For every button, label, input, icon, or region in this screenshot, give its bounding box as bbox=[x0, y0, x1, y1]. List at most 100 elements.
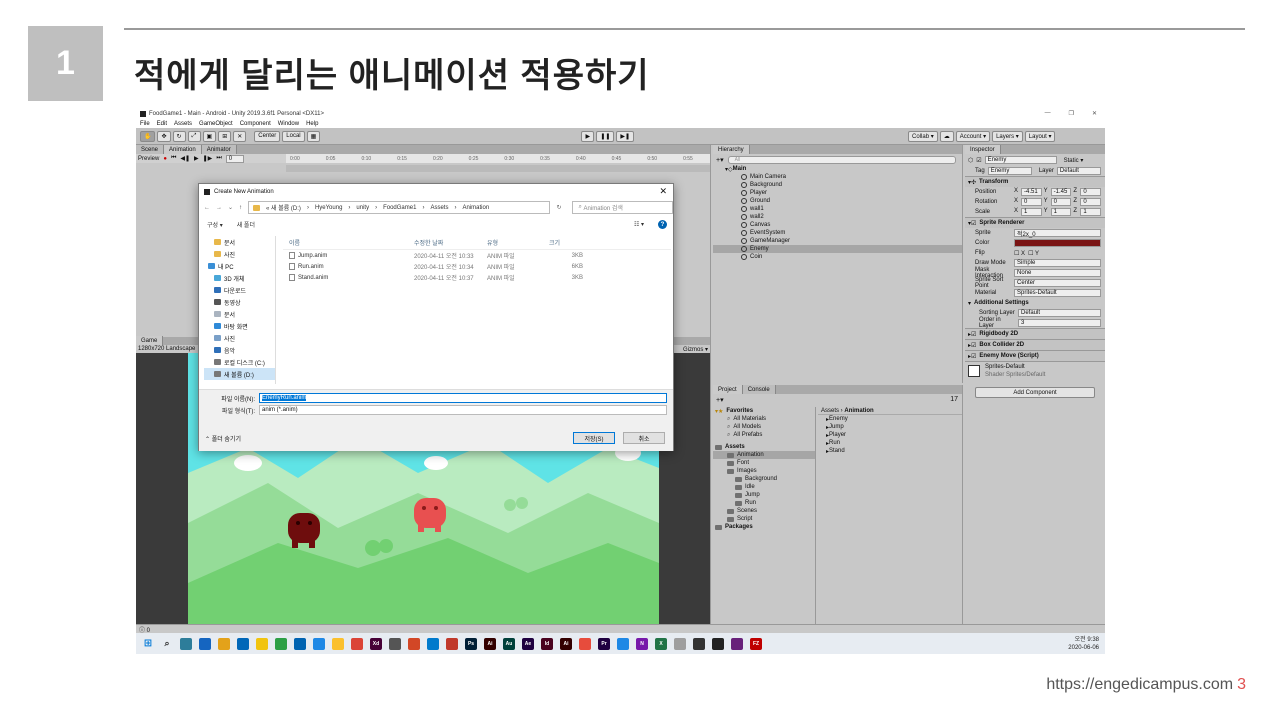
tab-animation[interactable]: Animation bbox=[164, 145, 202, 154]
scene-root[interactable]: ▾◇ Main bbox=[713, 165, 962, 173]
hide-folders-toggle[interactable]: ⌃ 폴더 숨기기 bbox=[205, 434, 241, 443]
refresh-icon[interactable]: ↻ bbox=[556, 204, 561, 211]
hierarchy-item[interactable]: Main Camera bbox=[713, 173, 962, 181]
system-clock[interactable]: 오전 9:38 2020-06-06 bbox=[1068, 636, 1105, 652]
favorites-header[interactable]: ▾★ Favorites bbox=[713, 407, 815, 415]
nav-item[interactable]: 3D 개체 bbox=[204, 272, 275, 284]
sort-point-dropdown[interactable]: Center bbox=[1014, 279, 1101, 287]
taskbar-app-icon[interactable] bbox=[313, 637, 325, 650]
position-y[interactable]: -1.45 bbox=[1050, 188, 1072, 196]
breadcrumb-root[interactable]: Assets bbox=[821, 408, 839, 414]
component-header[interactable]: ▸☑ Box Collider 2D bbox=[965, 339, 1105, 350]
sprite-renderer-header[interactable]: ▾☑ Sprite Renderer bbox=[965, 217, 1105, 228]
material-field[interactable]: Sprites-Default bbox=[1014, 289, 1101, 297]
tab-scene[interactable]: Scene bbox=[136, 145, 165, 154]
search-icon[interactable]: ⌕ bbox=[161, 638, 173, 650]
close-icon[interactable]: ✕ bbox=[1092, 110, 1097, 117]
nav-item[interactable]: 로컬 디스크 (C:) bbox=[204, 356, 275, 368]
asset-folder[interactable]: Scenes bbox=[713, 507, 815, 515]
hierarchy-item[interactable]: wall2 bbox=[713, 213, 962, 221]
taskbar-app-icon[interactable] bbox=[446, 637, 458, 650]
nav-item[interactable]: 사진 bbox=[204, 332, 275, 344]
taskbar-app-icon[interactable]: Xd bbox=[370, 637, 382, 650]
file-row[interactable]: Run.anim 2020-04-11 오전 10:34 ANIM 파일 6KB bbox=[283, 261, 671, 272]
breadcrumb-current[interactable]: Animation bbox=[844, 408, 873, 414]
forward-icon[interactable]: → bbox=[216, 205, 222, 211]
taskbar-app-icon[interactable] bbox=[731, 637, 743, 650]
view-options-icon[interactable]: ☷ ▾ bbox=[634, 221, 644, 228]
cancel-button[interactable]: 취소 bbox=[623, 432, 665, 444]
taskbar-app-icon[interactable] bbox=[617, 637, 629, 650]
taskbar-app-icon[interactable] bbox=[180, 637, 192, 650]
taskbar-app-icon[interactable] bbox=[237, 637, 249, 650]
menu-item-component[interactable]: Component bbox=[240, 121, 271, 127]
nav-item[interactable]: 바탕 화면 bbox=[204, 320, 275, 332]
rotation-y[interactable]: 0 bbox=[1050, 198, 1072, 206]
taskbar-app-icon[interactable]: Ai bbox=[484, 637, 496, 650]
dialog-search-input[interactable]: ⌕ Animation 검색 bbox=[571, 201, 673, 214]
path-segment[interactable]: Assets bbox=[430, 205, 448, 211]
col-type[interactable]: 유형 bbox=[487, 238, 549, 247]
col-date[interactable]: 수정한 날짜 bbox=[414, 238, 487, 247]
hierarchy-search[interactable]: All bbox=[727, 155, 956, 164]
help-icon[interactable]: ? bbox=[658, 220, 667, 229]
taskbar-app-icon[interactable]: Ps bbox=[465, 637, 477, 650]
file-row[interactable]: Stand.anim 2020-04-11 오전 10:37 ANIM 파일 3KB bbox=[283, 272, 671, 283]
asset-file[interactable]: ▸ Jump bbox=[818, 423, 962, 431]
favorite-item[interactable]: ⌕ All Prefabs bbox=[713, 431, 815, 439]
grid-snap-icon[interactable]: ▦ bbox=[306, 130, 321, 142]
nav-item[interactable]: 내 PC bbox=[204, 260, 275, 272]
cloud-icon[interactable]: ☁ bbox=[939, 130, 954, 142]
create-icon[interactable]: +▾ bbox=[716, 156, 724, 164]
nav-item[interactable]: 새 볼륨 (D:) bbox=[204, 368, 275, 380]
filetype-select[interactable]: anim (*.anim) bbox=[259, 405, 667, 415]
position-x[interactable]: -4.51 bbox=[1021, 188, 1042, 196]
material-preview[interactable]: Sprites-Default Shader Sprites/Default bbox=[965, 361, 1105, 379]
flip-y-checkbox[interactable]: ☐ Y bbox=[1028, 250, 1039, 257]
prev-frame-icon[interactable]: ◀❚ bbox=[180, 155, 190, 162]
add-component-button[interactable]: Add Component bbox=[975, 387, 1095, 398]
hierarchy-item[interactable]: Ground bbox=[713, 197, 962, 205]
organize-button[interactable]: 구성 ▾ bbox=[207, 220, 223, 229]
component-header[interactable]: ▸☑ Enemy Move (Script) bbox=[965, 350, 1105, 361]
menu-item-edit[interactable]: Edit bbox=[157, 121, 167, 127]
taskbar-app-icon[interactable] bbox=[712, 637, 724, 650]
asset-folder[interactable]: Idle bbox=[713, 483, 815, 491]
close-icon[interactable]: ✕ bbox=[659, 186, 667, 197]
scale-tool-icon[interactable]: ⤢ bbox=[187, 130, 201, 142]
pivot-center-button[interactable]: Center bbox=[254, 130, 281, 142]
asset-folder[interactable]: Images bbox=[713, 467, 815, 475]
hierarchy-item[interactable]: Background bbox=[713, 181, 962, 189]
menu-item-file[interactable]: File bbox=[140, 121, 150, 127]
asset-file[interactable]: ▸ Player bbox=[818, 431, 962, 439]
scale-y[interactable]: 1 bbox=[1050, 208, 1072, 216]
project-create-icon[interactable]: +▾ bbox=[716, 396, 724, 404]
asset-folder[interactable]: Jump bbox=[713, 491, 815, 499]
hierarchy-item[interactable]: Coin bbox=[713, 253, 962, 261]
account-button[interactable]: Account ▾ bbox=[955, 130, 991, 142]
path-segment[interactable]: unity bbox=[356, 205, 369, 211]
tab-game[interactable]: Game bbox=[136, 336, 164, 345]
footer-url[interactable]: https://engedicampus.com bbox=[1046, 676, 1233, 693]
hierarchy-item[interactable]: GameManager bbox=[713, 237, 962, 245]
up-icon[interactable]: ↑ bbox=[239, 205, 242, 211]
file-row[interactable]: Jump.anim 2020-04-11 오전 10:33 ANIM 파일 3KB bbox=[283, 250, 671, 261]
sprite-field[interactable]: 적2x_0 bbox=[1014, 229, 1101, 238]
hierarchy-item[interactable]: Player bbox=[713, 189, 962, 197]
tab-console[interactable]: Console bbox=[742, 385, 776, 394]
rect-tool-icon[interactable]: ▣ bbox=[202, 130, 217, 142]
collab-button[interactable]: Collab ▾ bbox=[908, 130, 938, 142]
scale-z[interactable]: 1 bbox=[1080, 208, 1102, 216]
menu-item-window[interactable]: Window bbox=[278, 121, 299, 127]
nav-item[interactable]: 사진 bbox=[204, 248, 275, 260]
taskbar-app-icon[interactable]: Pr bbox=[598, 637, 610, 650]
order-field[interactable]: 3 bbox=[1018, 319, 1101, 327]
next-frame-icon[interactable]: ❚▶ bbox=[203, 155, 213, 162]
taskbar-app-icon[interactable]: FZ bbox=[750, 637, 762, 650]
taskbar-app-icon[interactable]: Id bbox=[541, 637, 553, 650]
resolution-dropdown[interactable]: 1280x720 Landscape bbox=[138, 346, 195, 352]
address-bar[interactable]: « 새 볼륨 (D:) › HyeYoung › unity › FoodGame1 › Ass… bbox=[248, 201, 551, 214]
maximize-icon[interactable]: ❐ bbox=[1069, 110, 1074, 117]
taskbar-app-icon[interactable] bbox=[332, 637, 344, 650]
scale-x[interactable]: 1 bbox=[1021, 208, 1042, 216]
